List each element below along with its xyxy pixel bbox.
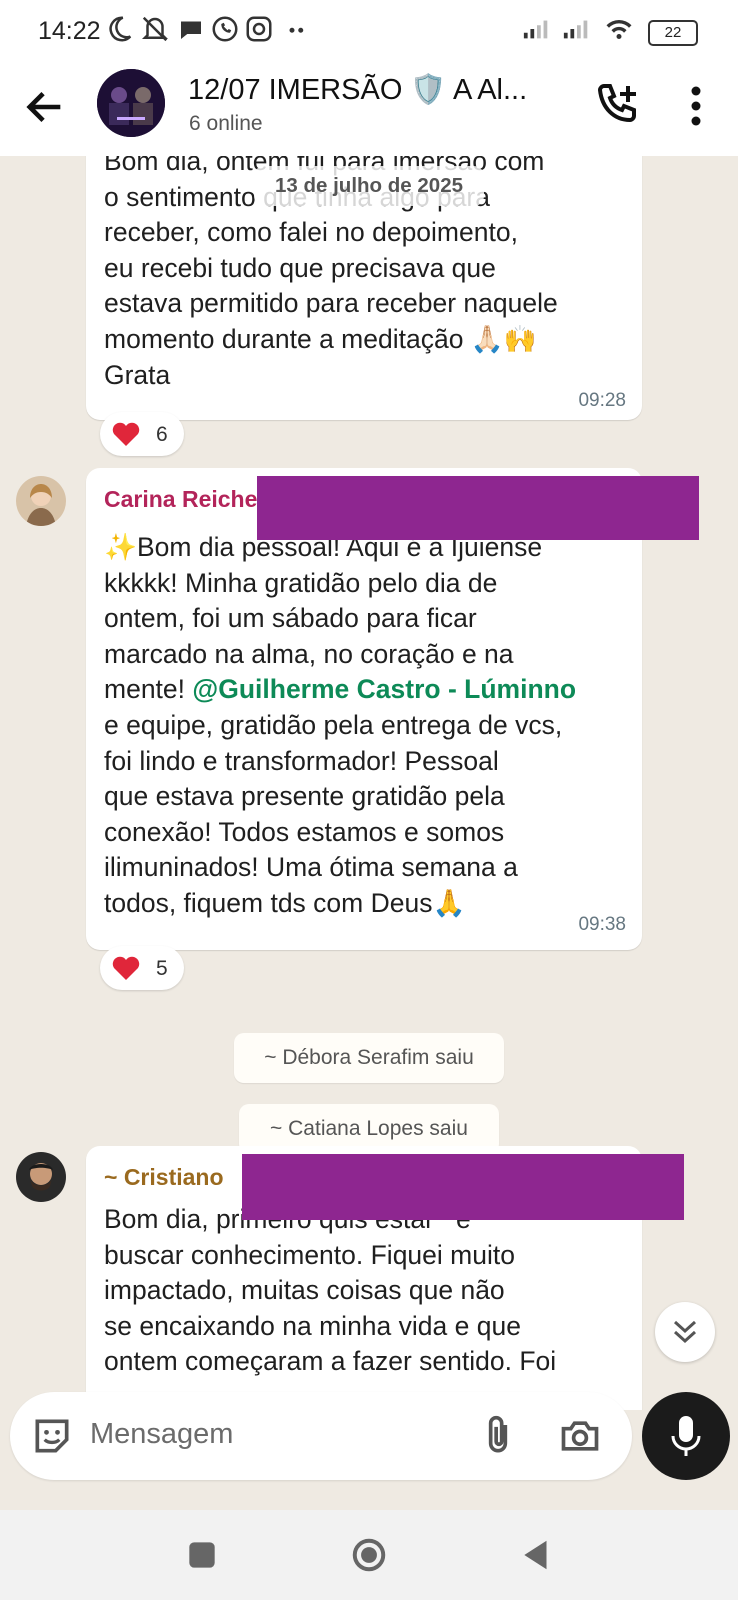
date-chip: 13 de julho de 2025 <box>254 166 484 206</box>
sticker-icon[interactable] <box>30 1414 74 1458</box>
status-time: 14:22 <box>38 17 101 45</box>
more-dots-icon <box>289 27 304 33</box>
message-time: 09:28 <box>578 390 626 411</box>
redaction-block <box>242 1154 684 1220</box>
system-message: ~ Débora Serafim saiu <box>234 1033 504 1083</box>
battery-icon: 22 <box>648 20 698 46</box>
message-text: ✨Bom dia pessoal! Aqui é a Ijuiense kkkk… <box>104 532 577 918</box>
add-call-icon[interactable] <box>594 80 642 128</box>
chat-header: 12/07 IMERSÃO 🛡️ A Al... 6 online <box>0 58 738 156</box>
battery-level: 22 <box>664 24 682 41</box>
message-bubble[interactable]: Carina Reiche ✨Bom dia pessoal! Aqui é a… <box>86 468 642 950</box>
system-nav-bar <box>0 1510 738 1600</box>
message-composer[interactable]: Mensagem <box>10 1392 632 1480</box>
scroll-to-bottom-button[interactable] <box>655 1302 715 1362</box>
sender-name[interactable]: ~ Cristiano <box>104 1164 224 1191</box>
reaction-badge[interactable]: 6 <box>100 412 184 456</box>
signal-icon <box>563 20 588 39</box>
attachment-icon[interactable] <box>476 1414 520 1458</box>
reaction-badge[interactable]: 5 <box>100 946 184 990</box>
muted-icon <box>141 16 169 42</box>
back-triangle-icon[interactable] <box>518 1536 556 1574</box>
back-arrow-icon[interactable] <box>22 84 68 130</box>
home-icon[interactable] <box>350 1536 388 1574</box>
avatar[interactable] <box>16 476 66 526</box>
camera-icon[interactable] <box>558 1414 602 1458</box>
microphone-icon <box>671 1416 701 1456</box>
message-text: Bom dia, primeiro quis estar e buscar co… <box>104 1204 557 1377</box>
group-title[interactable]: 12/07 IMERSÃO 🛡️ A Al... <box>188 73 527 107</box>
sender-name[interactable]: Carina Reiche <box>104 486 257 513</box>
message-input[interactable]: Mensagem <box>90 1418 233 1451</box>
avatar[interactable] <box>16 1152 66 1202</box>
microphone-button[interactable] <box>642 1392 730 1480</box>
status-bar: 14:22 22 <box>0 0 738 58</box>
redaction-block <box>257 476 699 540</box>
instagram-icon <box>246 16 272 42</box>
moon-icon <box>109 16 132 42</box>
reaction-count: 6 <box>156 423 168 446</box>
menu-kebab-icon[interactable] <box>678 82 714 130</box>
whatsapp-icon <box>212 16 238 42</box>
recents-icon[interactable] <box>183 1536 221 1574</box>
reaction-count: 5 <box>156 957 168 980</box>
chat-area[interactable]: Bom dia, ontem fui para imersão com o se… <box>0 156 738 1410</box>
signal-icon <box>523 20 548 39</box>
heart-icon <box>112 422 140 446</box>
wifi-icon <box>606 19 632 39</box>
message-time: 09:38 <box>578 914 626 935</box>
chat-bubble-icon <box>181 21 201 39</box>
group-avatar[interactable] <box>97 69 165 137</box>
heart-icon <box>112 956 140 980</box>
mention-link[interactable]: @Guilherme Castro - Lúminno <box>192 674 576 704</box>
double-chevron-down-icon <box>673 1320 697 1344</box>
group-online-status: 6 online <box>189 112 263 135</box>
